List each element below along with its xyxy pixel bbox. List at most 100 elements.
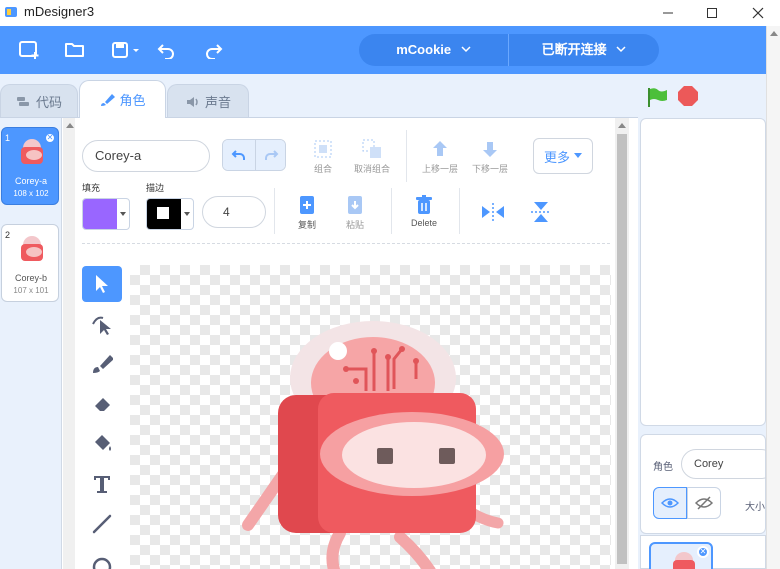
costume-size: 107 x 101 <box>13 286 49 295</box>
undo-button[interactable] <box>152 36 182 64</box>
sprite-list: ✕ <box>640 535 766 569</box>
tab-costumes-label: 角色 <box>119 93 146 108</box>
costume-name: Corey-b <box>14 273 47 283</box>
forward-button[interactable]: 上移一层 <box>412 136 468 175</box>
new-project-button[interactable] <box>15 36 45 64</box>
chevron-down-icon <box>616 46 626 53</box>
eye-icon <box>661 498 679 508</box>
corey-costume-drawing <box>242 321 504 569</box>
size-label: 大小 <box>745 502 765 513</box>
paste-label: 粘贴 <box>345 220 364 230</box>
redo-button[interactable] <box>198 36 228 64</box>
more-button[interactable]: 更多 <box>533 138 593 174</box>
close-icon <box>752 7 764 19</box>
costume-size: 108 x 102 <box>13 189 49 198</box>
green-flag-icon <box>648 88 667 107</box>
code-blocks-icon <box>16 96 29 106</box>
stop-icon <box>678 86 698 106</box>
save-icon <box>112 42 139 58</box>
circle-icon <box>92 557 112 569</box>
canvas-scrollbar[interactable] <box>615 118 629 569</box>
flip-horizontal-button[interactable] <box>480 202 506 227</box>
brush-icon <box>93 355 113 373</box>
stage-preview[interactable] <box>640 118 766 426</box>
window-scrollbar[interactable] <box>766 26 780 569</box>
tab-code-label: 代码 <box>35 95 62 110</box>
tab-sounds[interactable]: 声音 <box>167 84 249 118</box>
paint-bucket-icon <box>95 435 111 451</box>
hide-sprite-button[interactable] <box>687 487 721 519</box>
line-icon <box>92 514 112 534</box>
toolbar-divider <box>82 243 610 244</box>
menu-bar: mCookie 已断开连接 <box>0 26 780 74</box>
more-label: 更多 <box>543 149 570 165</box>
stop-button[interactable] <box>677 85 699 112</box>
device-connection-bar: mCookie 已断开连接 <box>359 34 659 66</box>
paint-redo-button[interactable] <box>255 140 285 170</box>
stroke-color-picker[interactable] <box>146 198 194 230</box>
connection-status: 已断开连接 <box>541 42 607 57</box>
flip-vertical-button[interactable] <box>530 200 552 229</box>
arrow-up-icon <box>433 141 447 156</box>
tab-code[interactable]: 代码 <box>0 84 78 118</box>
device-select[interactable]: mCookie <box>359 34 508 66</box>
circle-tool[interactable] <box>82 546 122 569</box>
redo-icon <box>206 44 223 59</box>
fill-label: 填充 <box>82 183 101 193</box>
paste-button[interactable]: 粘贴 <box>327 192 383 231</box>
maximize-button[interactable] <box>690 0 734 26</box>
maximize-icon <box>707 8 717 18</box>
group-button[interactable]: 组合 <box>295 136 351 175</box>
sprite-name-input[interactable]: Corey <box>681 449 776 479</box>
text-tool[interactable] <box>82 466 122 502</box>
sprite-thumbnail <box>673 552 695 569</box>
select-tool[interactable] <box>82 266 122 302</box>
reshape-tool[interactable] <box>82 307 122 343</box>
arrow-cursor-icon <box>96 275 108 293</box>
arrow-down-icon <box>483 142 497 157</box>
sprite-label: 角色 <box>653 462 673 473</box>
show-sprite-button[interactable] <box>653 487 687 519</box>
eye-off-icon <box>695 496 713 510</box>
costume-list: 1 ✕ Corey-a 108 x 102 2 Corey-b 107 x 10… <box>0 118 62 569</box>
paint-undo-button[interactable] <box>223 140 255 170</box>
connection-status-select[interactable]: 已断开连接 <box>509 34 659 66</box>
stroke-label: 描边 <box>146 183 165 193</box>
costume-item[interactable]: 1 ✕ Corey-a 108 x 102 <box>1 127 59 205</box>
caret-down-icon <box>574 153 582 158</box>
open-project-button[interactable] <box>60 36 90 64</box>
costume-name: Corey-a <box>14 176 47 186</box>
delete-button[interactable]: Delete <box>396 192 452 228</box>
app-logo-icon <box>5 7 17 17</box>
sprite-item[interactable]: ✕ <box>649 542 713 569</box>
costume-item[interactable]: 2 Corey-b 107 x 101 <box>1 224 59 302</box>
tab-sounds-label: 声音 <box>204 95 231 110</box>
save-button[interactable] <box>107 36 143 64</box>
minimize-button[interactable] <box>646 0 690 26</box>
ungroup-button[interactable]: 取消组合 <box>344 136 400 175</box>
fill-color-picker[interactable] <box>82 198 130 230</box>
backward-button[interactable]: 下移一层 <box>462 136 518 175</box>
backward-label: 下移一层 <box>471 164 508 174</box>
flip-vertical-icon <box>531 202 551 222</box>
close-button[interactable] <box>736 0 780 26</box>
text-icon <box>94 476 110 493</box>
speaker-icon <box>186 96 198 107</box>
costume-list-scrollbar[interactable] <box>63 118 75 569</box>
costume-index: 2 <box>5 230 11 240</box>
paste-icon <box>348 196 362 214</box>
green-flag-button[interactable] <box>646 86 668 113</box>
tab-costumes[interactable]: 角色 <box>79 80 166 118</box>
stroke-width-input[interactable]: 4 <box>202 196 266 228</box>
eraser-tool[interactable] <box>82 386 122 422</box>
paint-canvas[interactable] <box>130 265 611 569</box>
brush-icon <box>101 93 116 106</box>
chevron-down-icon <box>461 46 471 53</box>
costume-name-input[interactable]: Corey-a <box>82 140 210 172</box>
paint-undo-redo <box>222 139 286 171</box>
fill-tool[interactable] <box>82 425 122 461</box>
line-tool[interactable] <box>82 506 122 542</box>
delete-label: Delete <box>410 218 437 228</box>
brush-tool[interactable] <box>82 346 122 382</box>
redo-icon <box>265 150 279 160</box>
